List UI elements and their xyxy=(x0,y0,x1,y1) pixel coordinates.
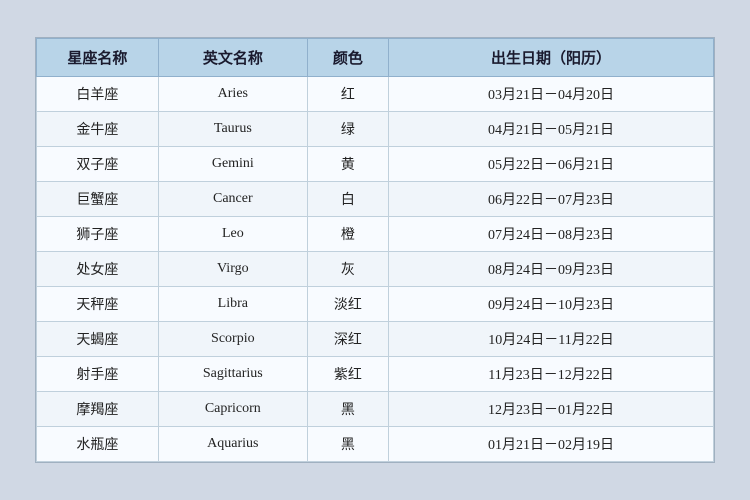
cell-color: 黑 xyxy=(307,392,388,427)
table-row: 天秤座Libra淡红09月24日－10月23日 xyxy=(37,287,714,322)
cell-chinese: 摩羯座 xyxy=(37,392,159,427)
table-row: 金牛座Taurus绿04月21日－05月21日 xyxy=(37,112,714,147)
table-row: 白羊座Aries红03月21日－04月20日 xyxy=(37,77,714,112)
cell-english: Sagittarius xyxy=(158,357,307,392)
table-row: 狮子座Leo橙07月24日－08月23日 xyxy=(37,217,714,252)
cell-date: 10月24日－11月22日 xyxy=(389,322,714,357)
cell-color: 橙 xyxy=(307,217,388,252)
cell-chinese: 狮子座 xyxy=(37,217,159,252)
cell-english: Libra xyxy=(158,287,307,322)
table-row: 处女座Virgo灰08月24日－09月23日 xyxy=(37,252,714,287)
table-body: 白羊座Aries红03月21日－04月20日金牛座Taurus绿04月21日－0… xyxy=(37,77,714,462)
cell-color: 红 xyxy=(307,77,388,112)
table-row: 摩羯座Capricorn黑12月23日－01月22日 xyxy=(37,392,714,427)
cell-chinese: 水瓶座 xyxy=(37,427,159,462)
table-row: 水瓶座Aquarius黑01月21日－02月19日 xyxy=(37,427,714,462)
zodiac-table: 星座名称 英文名称 颜色 出生日期（阳历） 白羊座Aries红03月21日－04… xyxy=(36,38,714,462)
header-color: 颜色 xyxy=(307,39,388,77)
cell-date: 03月21日－04月20日 xyxy=(389,77,714,112)
cell-chinese: 天蝎座 xyxy=(37,322,159,357)
cell-color: 白 xyxy=(307,182,388,217)
cell-chinese: 金牛座 xyxy=(37,112,159,147)
cell-english: Taurus xyxy=(158,112,307,147)
cell-date: 09月24日－10月23日 xyxy=(389,287,714,322)
table-header-row: 星座名称 英文名称 颜色 出生日期（阳历） xyxy=(37,39,714,77)
cell-chinese: 处女座 xyxy=(37,252,159,287)
header-date: 出生日期（阳历） xyxy=(389,39,714,77)
cell-english: Scorpio xyxy=(158,322,307,357)
cell-date: 01月21日－02月19日 xyxy=(389,427,714,462)
cell-english: Aquarius xyxy=(158,427,307,462)
header-english: 英文名称 xyxy=(158,39,307,77)
cell-color: 黄 xyxy=(307,147,388,182)
cell-date: 07月24日－08月23日 xyxy=(389,217,714,252)
cell-color: 灰 xyxy=(307,252,388,287)
cell-color: 淡红 xyxy=(307,287,388,322)
cell-chinese: 白羊座 xyxy=(37,77,159,112)
table-row: 巨蟹座Cancer白06月22日－07月23日 xyxy=(37,182,714,217)
header-chinese: 星座名称 xyxy=(37,39,159,77)
cell-date: 08月24日－09月23日 xyxy=(389,252,714,287)
cell-date: 05月22日－06月21日 xyxy=(389,147,714,182)
cell-english: Virgo xyxy=(158,252,307,287)
cell-english: Aries xyxy=(158,77,307,112)
cell-english: Leo xyxy=(158,217,307,252)
zodiac-table-container: 星座名称 英文名称 颜色 出生日期（阳历） 白羊座Aries红03月21日－04… xyxy=(35,37,715,463)
cell-english: Cancer xyxy=(158,182,307,217)
cell-date: 06月22日－07月23日 xyxy=(389,182,714,217)
cell-date: 12月23日－01月22日 xyxy=(389,392,714,427)
cell-english: Gemini xyxy=(158,147,307,182)
cell-chinese: 天秤座 xyxy=(37,287,159,322)
cell-color: 紫红 xyxy=(307,357,388,392)
table-row: 天蝎座Scorpio深红10月24日－11月22日 xyxy=(37,322,714,357)
cell-chinese: 双子座 xyxy=(37,147,159,182)
cell-color: 黑 xyxy=(307,427,388,462)
table-row: 射手座Sagittarius紫红11月23日－12月22日 xyxy=(37,357,714,392)
cell-english: Capricorn xyxy=(158,392,307,427)
cell-chinese: 射手座 xyxy=(37,357,159,392)
cell-chinese: 巨蟹座 xyxy=(37,182,159,217)
table-row: 双子座Gemini黄05月22日－06月21日 xyxy=(37,147,714,182)
cell-date: 04月21日－05月21日 xyxy=(389,112,714,147)
cell-date: 11月23日－12月22日 xyxy=(389,357,714,392)
cell-color: 绿 xyxy=(307,112,388,147)
cell-color: 深红 xyxy=(307,322,388,357)
